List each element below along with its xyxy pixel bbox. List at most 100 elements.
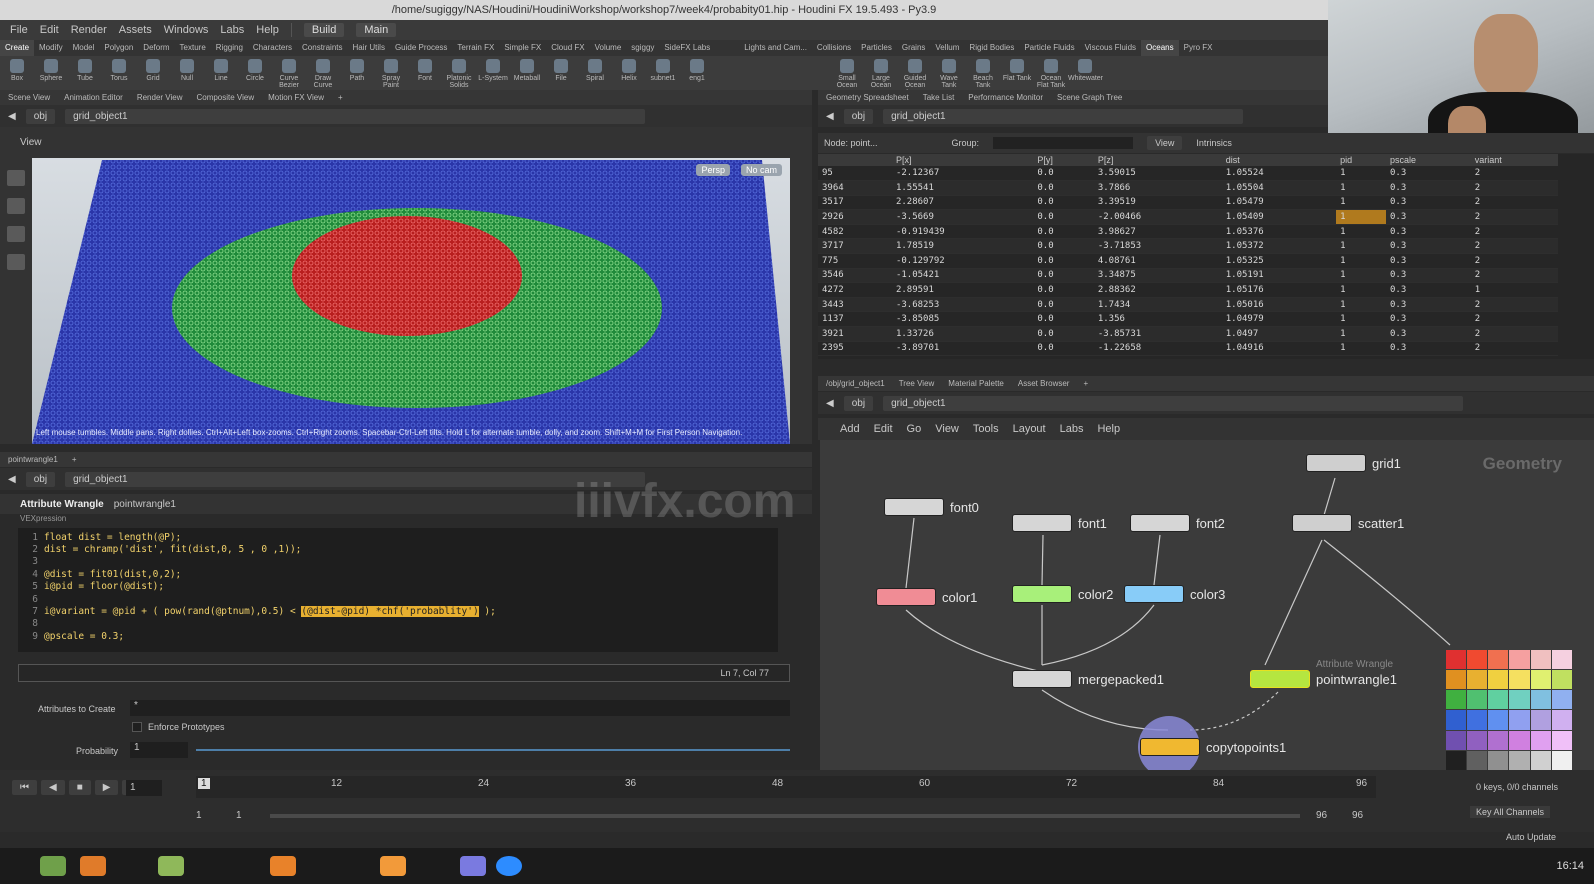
tool-spray-paint[interactable]: Spray Paint xyxy=(374,56,408,90)
table-row[interactable]: 3964 1.55541 0.0 3.7866 1.05504 1 0.3 2 xyxy=(818,180,1558,196)
color-swatch[interactable] xyxy=(1446,670,1467,690)
tool-whitewater[interactable]: Whitewater xyxy=(1068,56,1103,90)
node-color1[interactable]: color1 xyxy=(876,588,977,606)
tool-torus[interactable]: Torus xyxy=(102,56,136,90)
table-row[interactable]: 775 -0.129792 0.0 4.08761 1.05325 1 0.3 2 xyxy=(818,253,1558,269)
shelf-tab[interactable]: Particles xyxy=(856,40,897,56)
table-row[interactable]: 2926 -3.5669 0.0 -2.00466 1.05409 1 0.3 2 xyxy=(818,209,1558,225)
shelf-tab-create[interactable]: Create xyxy=(0,40,35,56)
geometry-spreadsheet[interactable]: P[x] P[y] P[z] dist pid pscale variant 95 -2.12… xyxy=(818,154,1594,359)
shelf-tab[interactable]: Lights and Cam... xyxy=(739,40,812,56)
tool-line[interactable]: Line xyxy=(204,56,238,90)
shelf-tab[interactable]: Texture xyxy=(175,40,211,56)
color-swatch[interactable] xyxy=(1446,750,1467,770)
houdini-icon[interactable] xyxy=(270,856,296,876)
net-menu-help[interactable]: Help xyxy=(1097,423,1120,435)
auto-update-menu[interactable]: Auto Update xyxy=(1506,832,1556,842)
shelf-tab[interactable]: Constraints xyxy=(297,40,347,56)
table-row[interactable]: 95 -2.12367 0.0 3.59015 1.05524 1 0.3 2 xyxy=(818,166,1558,182)
table-row[interactable]: 3443 -3.68253 0.0 1.7434 1.05016 1 0.3 2 xyxy=(818,297,1558,313)
net-menu-go[interactable]: Go xyxy=(907,423,922,435)
shelf-tab[interactable]: Pyro FX xyxy=(1179,40,1218,56)
node-font0[interactable]: font0 xyxy=(884,498,979,516)
shelf-tab[interactable]: Particle Fluids xyxy=(1019,40,1079,56)
tool-null[interactable]: Null xyxy=(170,56,204,90)
playhead-label[interactable]: 1 xyxy=(198,778,210,789)
color-swatch[interactable] xyxy=(1530,750,1551,770)
tab-scene-graph-tree[interactable]: Scene Graph Tree xyxy=(1057,93,1122,102)
range-end-2[interactable]: 96 xyxy=(1352,810,1363,821)
shelf-tab[interactable]: SideFX Labs xyxy=(659,40,715,56)
tool-path[interactable]: Path xyxy=(340,56,374,90)
color-swatch[interactable] xyxy=(1467,670,1488,690)
tab-network[interactable]: /obj/grid_object1 xyxy=(826,379,885,388)
menu-labs[interactable]: Labs xyxy=(220,24,244,36)
tab-geometry-spreadsheet[interactable]: Geometry Spreadsheet xyxy=(826,93,909,102)
node-name-field[interactable]: pointwrangle1 xyxy=(114,499,176,510)
tool-lsystem[interactable]: L-System xyxy=(476,56,510,90)
shelf-tab[interactable]: Model xyxy=(68,40,100,56)
tab-material-palette[interactable]: Material Palette xyxy=(948,379,1004,388)
tool-subnet[interactable]: subnet1 xyxy=(646,56,680,90)
table-row[interactable]: 1137 -3.85085 0.0 1.356 1.04979 1 0.3 2 xyxy=(818,311,1558,328)
shelf-tab[interactable]: Simple FX xyxy=(499,40,546,56)
tool-metaball[interactable]: Metaball xyxy=(510,56,544,90)
node-font1[interactable]: font1 xyxy=(1012,514,1107,532)
menu-edit[interactable]: Edit xyxy=(40,24,59,36)
net-menu-labs[interactable]: Labs xyxy=(1060,423,1084,435)
frame-ruler[interactable]: 1 12 24 36 48 60 72 84 96 xyxy=(196,776,1376,798)
tool-circle[interactable]: Circle xyxy=(238,56,272,90)
tool-font[interactable]: Font xyxy=(408,56,442,90)
tool-curve-bezier[interactable]: Curve Bezier xyxy=(272,56,306,90)
node-pointwrangle1[interactable]: pointwrangle1 xyxy=(1250,670,1397,688)
net-menu-edit[interactable]: Edit xyxy=(874,423,893,435)
app-launcher-icon[interactable] xyxy=(40,856,66,876)
tool-large-ocean[interactable]: Large Ocean xyxy=(864,56,898,90)
context-selector[interactable]: Main xyxy=(356,23,397,37)
color-swatch[interactable] xyxy=(1509,670,1530,690)
tool-helix[interactable]: Helix xyxy=(612,56,646,90)
tool-file[interactable]: File xyxy=(544,56,578,90)
desktop-selector[interactable]: Build xyxy=(303,23,345,37)
net-menu-layout[interactable]: Layout xyxy=(1013,423,1046,435)
net-menu-view[interactable]: View xyxy=(935,423,959,435)
table-row[interactable]: 4582 -0.919439 0.0 3.98627 1.05376 1 0.3 2 xyxy=(818,224,1558,240)
shelf-tab[interactable]: sgiggy xyxy=(626,40,659,56)
persp-menu[interactable]: Persp xyxy=(696,164,730,176)
path-node[interactable]: grid_object1 xyxy=(65,471,646,487)
tool-flat-tank[interactable]: Flat Tank xyxy=(1000,56,1034,90)
intrinsics-toggle[interactable]: Intrinsics xyxy=(1196,138,1232,148)
tool-wave-tank[interactable]: Wave Tank xyxy=(932,56,966,90)
probability-field[interactable]: 1 xyxy=(130,742,188,758)
shelf-tab[interactable]: Rigid Bodies xyxy=(964,40,1019,56)
node-grid1[interactable]: grid1 xyxy=(1306,454,1401,472)
net-menu-add[interactable]: Add xyxy=(840,423,860,435)
tool-platonic[interactable]: Platonic Solids xyxy=(442,56,476,90)
range-start-2[interactable]: 1 xyxy=(236,810,242,821)
current-frame-field[interactable]: 1 xyxy=(126,780,162,796)
key-all-channels-button[interactable]: Key All Channels xyxy=(1470,806,1551,818)
node-scatter1[interactable]: scatter1 xyxy=(1292,514,1404,532)
tool-grid[interactable]: Grid xyxy=(136,56,170,90)
video-icon[interactable] xyxy=(460,856,486,876)
shelf-tab[interactable]: Guide Process xyxy=(390,40,452,56)
color-swatch[interactable] xyxy=(1446,730,1467,750)
play-icon[interactable]: ▶ xyxy=(94,780,119,795)
zoom-icon[interactable] xyxy=(496,856,522,876)
shelf-tab[interactable]: Volume xyxy=(590,40,627,56)
shelf-tab[interactable]: Terrain FX xyxy=(452,40,499,56)
shelf-tab[interactable]: Grains xyxy=(897,40,931,56)
path-node[interactable]: grid_object1 xyxy=(65,108,646,124)
shelf-tab[interactable]: Viscous Fluids xyxy=(1080,40,1141,56)
shelf-tab[interactable]: Rigging xyxy=(211,40,248,56)
select-tool-icon[interactable] xyxy=(7,170,25,186)
table-row[interactable]: 3921 1.33726 0.0 -3.85731 1.0497 1 0.3 2 xyxy=(818,326,1558,342)
tool-guided-ocean[interactable]: Guided Ocean Layer xyxy=(898,56,932,96)
path-obj[interactable]: obj xyxy=(25,471,56,487)
back-icon[interactable]: ◀ xyxy=(8,111,16,122)
color-swatch[interactable] xyxy=(1488,730,1509,750)
node-copytopoints1[interactable]: copytopoints1 xyxy=(1140,738,1286,756)
range-end[interactable]: 96 xyxy=(1316,810,1327,821)
column-header[interactable]: pid xyxy=(1336,154,1386,166)
tool-box[interactable]: Box xyxy=(0,56,34,90)
